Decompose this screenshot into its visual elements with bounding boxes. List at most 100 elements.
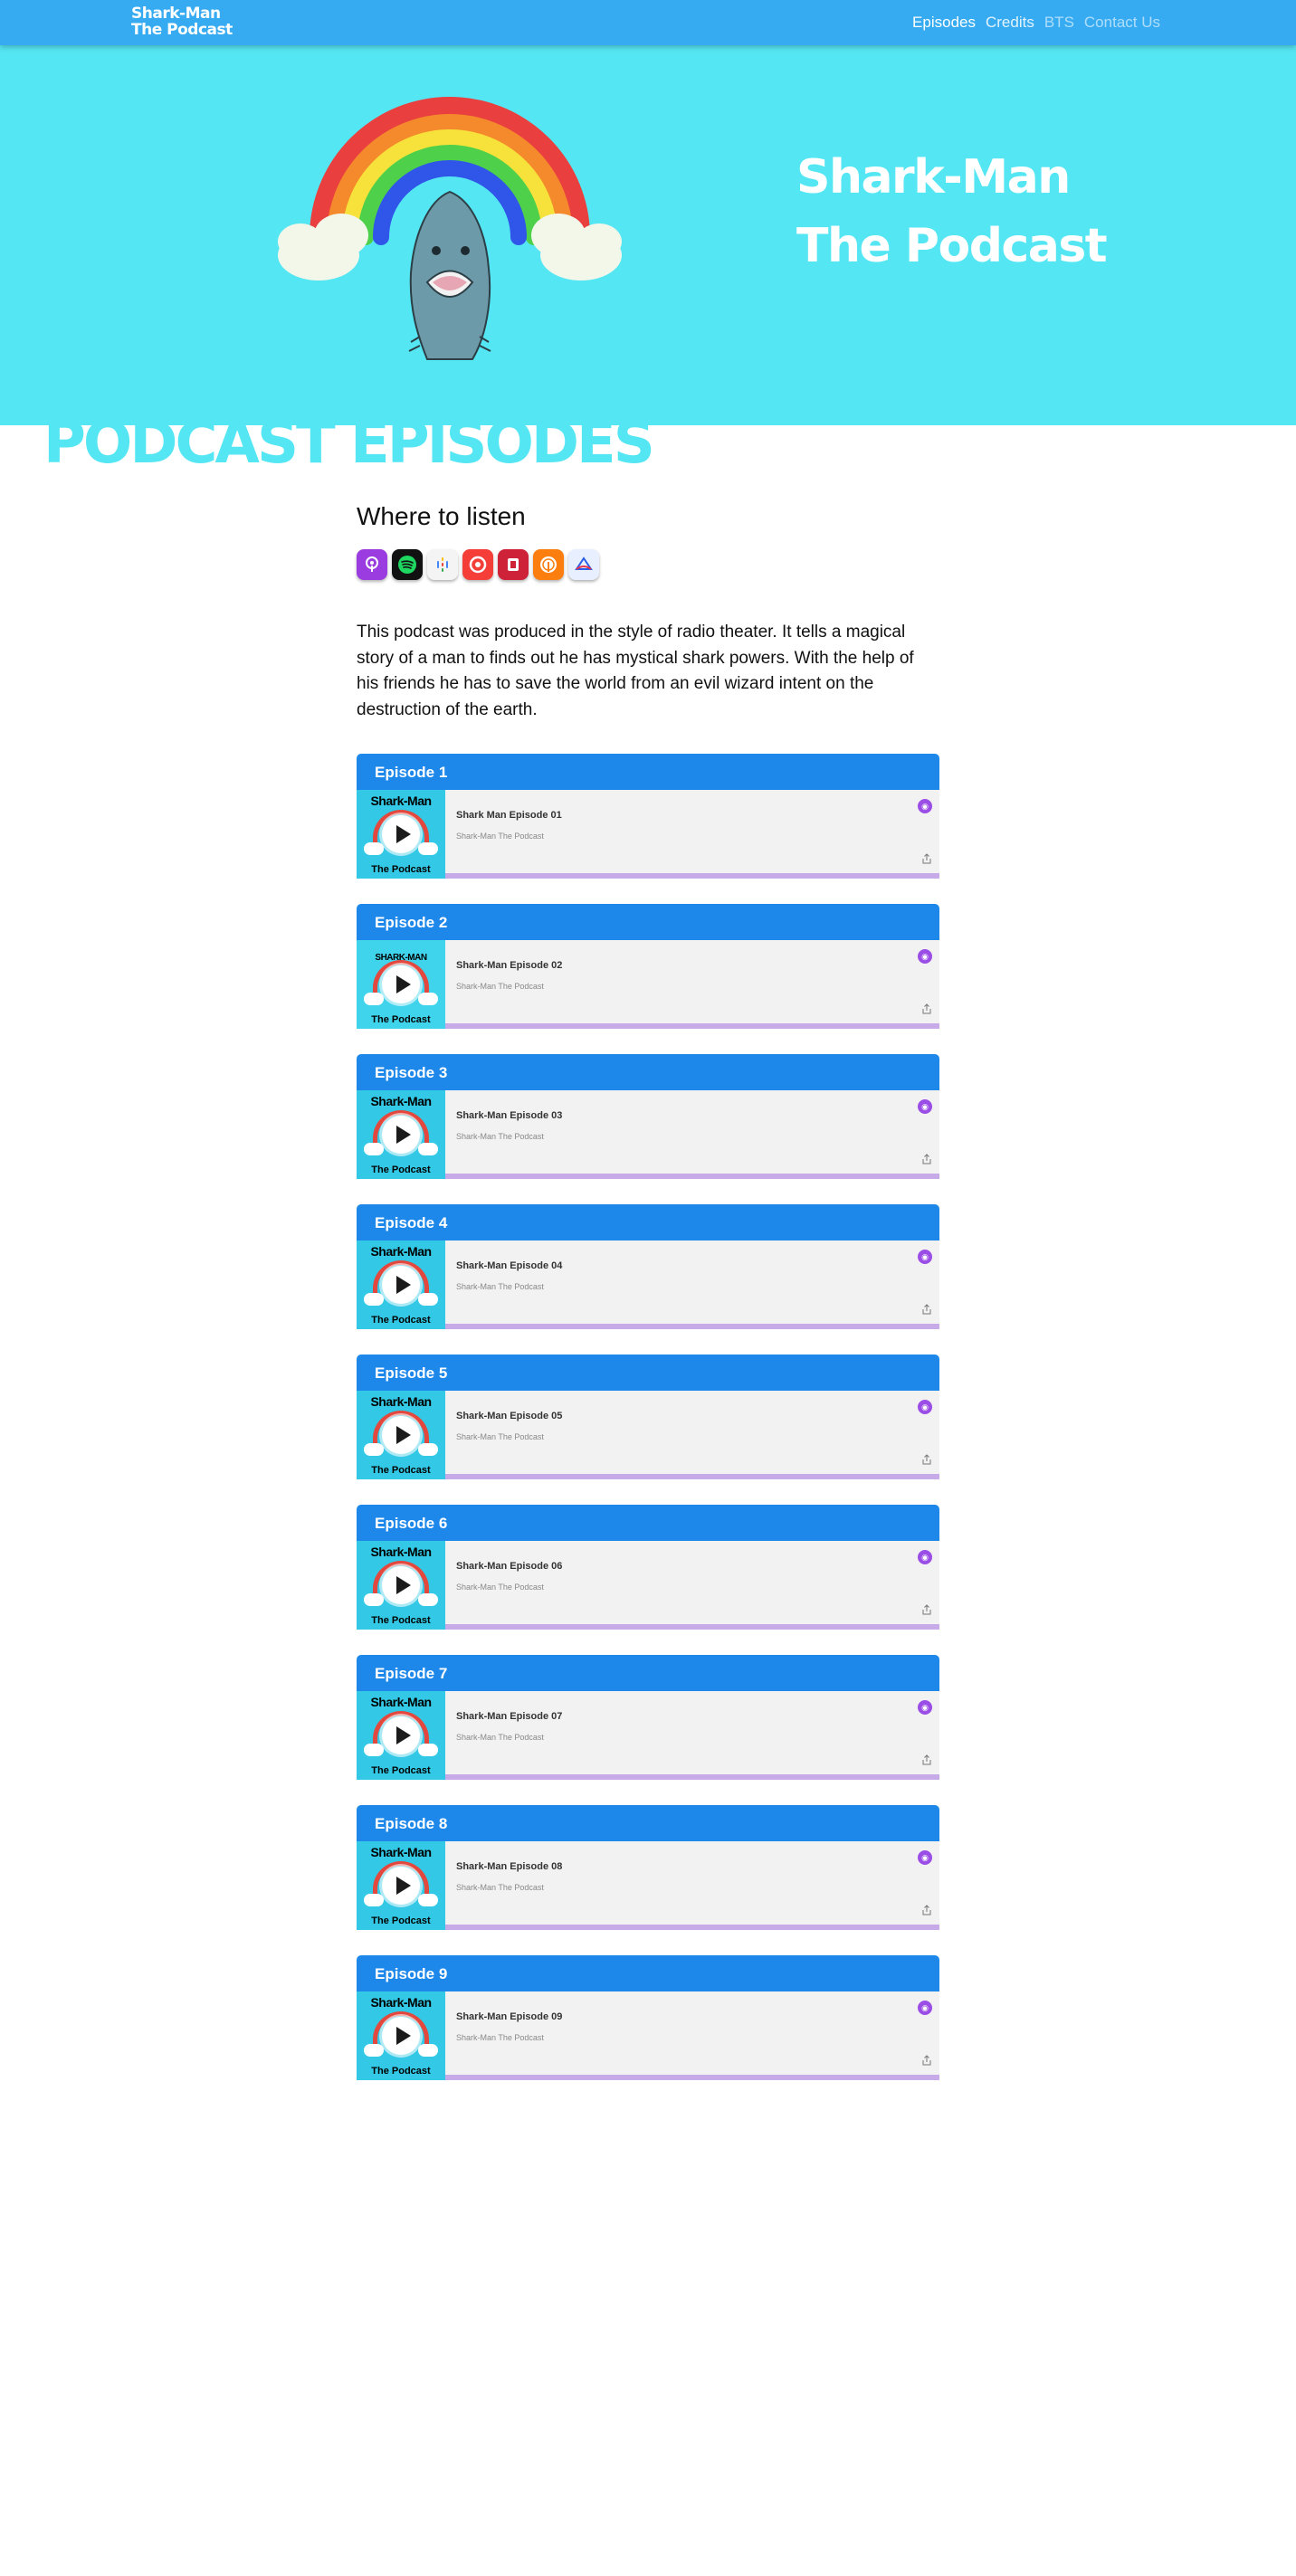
shark-rainbow-illustration (278, 97, 622, 360)
progress-bar[interactable] (445, 2075, 939, 2080)
share-icon[interactable] (921, 1905, 932, 1915)
progress-bar[interactable] (445, 1624, 939, 1630)
episode-card: Episode 7 Shark-Man The Podcast Shark-Ma… (357, 1655, 939, 1780)
podcast-icon[interactable]: ◉ (918, 1700, 932, 1715)
castbox-icon[interactable] (568, 549, 599, 580)
artwork-subtitle: The Podcast (371, 1465, 431, 1476)
episode-player: Shark-Man The Podcast Shark-Man Episode … (357, 1090, 939, 1179)
artwork-title: Shark-Man (370, 1695, 432, 1709)
episode-title: Shark-Man Episode 03 (456, 1110, 563, 1121)
cloud-graphic (418, 1894, 438, 1906)
episode-artwork: Shark-Man The Podcast (357, 1991, 445, 2080)
cloud-graphic (418, 2044, 438, 2057)
share-icon[interactable] (921, 1154, 932, 1164)
spotify-icon[interactable] (392, 549, 423, 580)
podcast-icon[interactable]: ◉ (918, 949, 932, 964)
progress-bar[interactable] (445, 1324, 939, 1329)
artwork-subtitle: The Podcast (371, 864, 431, 875)
brand-line-2: The Podcast (131, 21, 233, 39)
podcast-icon[interactable]: ◉ (918, 799, 932, 813)
podcast-icon[interactable]: ◉ (918, 1099, 932, 1114)
artwork-subtitle: The Podcast (371, 1315, 431, 1326)
share-icon[interactable] (921, 1304, 932, 1315)
cloud-graphic (364, 1143, 384, 1155)
episode-title: Shark-Man Episode 06 (456, 1561, 563, 1572)
podcast-icon[interactable]: ◉ (918, 2001, 932, 2015)
play-button[interactable] (382, 1266, 420, 1304)
episode-title: Shark-Man Episode 07 (456, 1711, 563, 1722)
share-icon[interactable] (921, 2055, 932, 2066)
play-button[interactable] (382, 1716, 420, 1754)
episode-artwork: Shark-Man The Podcast (357, 1391, 445, 1479)
play-button[interactable] (382, 1116, 420, 1154)
artwork-subtitle: The Podcast (371, 1765, 431, 1776)
google-podcasts-icon[interactable] (427, 549, 458, 580)
episode-artwork: Shark-Man The Podcast (357, 1541, 445, 1630)
progress-bar[interactable] (445, 1925, 939, 1930)
cloud-graphic (364, 1593, 384, 1606)
nav-link-credits[interactable]: Credits (986, 14, 1034, 32)
artwork-subtitle: The Podcast (371, 2066, 431, 2077)
episode-show-name: Shark-Man The Podcast (456, 832, 544, 841)
where-to-listen-heading: Where to listen (357, 502, 526, 530)
hero-title: Shark-Man The Podcast (796, 143, 1108, 280)
episode-card: Episode 3 Shark-Man The Podcast Shark-Ma… (357, 1054, 939, 1179)
episode-artwork: Shark-Man The Podcast (357, 1841, 445, 1930)
episode-card: Episode 4 Shark-Man The Podcast Shark-Ma… (357, 1204, 939, 1329)
nav-link-bts[interactable]: BTS (1044, 14, 1074, 32)
overcast-icon[interactable] (533, 549, 564, 580)
nav-link-episodes[interactable]: Episodes (912, 14, 976, 32)
cloud-graphic (418, 1443, 438, 1456)
cloud-graphic (364, 842, 384, 855)
radiopublic-icon[interactable] (498, 549, 529, 580)
cloud-graphic (364, 1744, 384, 1756)
podcast-icon[interactable]: ◉ (918, 1400, 932, 1414)
play-button[interactable] (382, 1566, 420, 1604)
episode-show-name: Shark-Man The Podcast (456, 1432, 544, 1441)
play-button[interactable] (382, 1416, 420, 1454)
podcast-icon[interactable]: ◉ (918, 1250, 932, 1264)
podcast-icon[interactable]: ◉ (918, 1550, 932, 1564)
progress-bar[interactable] (445, 873, 939, 879)
episode-player: SHARK-MAN The Podcast Shark-Man Episode … (357, 940, 939, 1029)
cloud-graphic (364, 1894, 384, 1906)
episode-show-name: Shark-Man The Podcast (456, 2033, 544, 2042)
episode-show-name: Shark-Man The Podcast (456, 982, 544, 991)
episode-player: Shark-Man The Podcast Shark-Man Episode … (357, 1841, 939, 1930)
episode-title: Shark-Man Episode 02 (456, 960, 563, 971)
progress-bar[interactable] (445, 1023, 939, 1029)
episode-artwork: SHARK-MAN The Podcast (357, 940, 445, 1029)
episode-label: Episode 8 (357, 1805, 939, 1841)
play-button[interactable] (382, 965, 420, 1003)
episode-title: Shark-Man Episode 05 (456, 1411, 563, 1421)
cloud-graphic (418, 1143, 438, 1155)
progress-bar[interactable] (445, 1474, 939, 1479)
podcast-icon[interactable]: ◉ (918, 1850, 932, 1865)
artwork-title: Shark-Man (370, 1995, 432, 2010)
share-icon[interactable] (921, 1604, 932, 1615)
artwork-title: Shark-Man (370, 1244, 432, 1259)
episode-title: Shark-Man Episode 09 (456, 2011, 563, 2022)
play-button[interactable] (382, 815, 420, 853)
progress-bar[interactable] (445, 1774, 939, 1780)
share-icon[interactable] (921, 853, 932, 864)
share-icon[interactable] (921, 1454, 932, 1465)
play-button[interactable] (382, 2017, 420, 2055)
brand-logo[interactable]: Shark-Man The Podcast (131, 5, 233, 38)
artwork-subtitle: The Podcast (371, 1014, 431, 1025)
listen-platform-list (357, 549, 939, 580)
artwork-title: Shark-Man (370, 1394, 432, 1409)
pocket-casts-icon[interactable] (462, 549, 493, 580)
share-icon[interactable] (921, 1754, 932, 1765)
episode-title: Shark-Man Episode 04 (456, 1260, 563, 1271)
play-button[interactable] (382, 1867, 420, 1905)
episode-label: Episode 5 (357, 1355, 939, 1391)
nav-link-contact-us[interactable]: Contact Us (1084, 14, 1160, 32)
apple-podcasts-icon[interactable] (357, 549, 387, 580)
episode-card: Episode 1 Shark-Man The Podcast Shark Ma… (357, 754, 939, 879)
episode-label: Episode 7 (357, 1655, 939, 1691)
episode-label: Episode 1 (357, 754, 939, 790)
share-icon[interactable] (921, 1003, 932, 1014)
progress-bar[interactable] (445, 1174, 939, 1179)
hero-banner: Shark-Man The Podcast (0, 45, 1296, 425)
